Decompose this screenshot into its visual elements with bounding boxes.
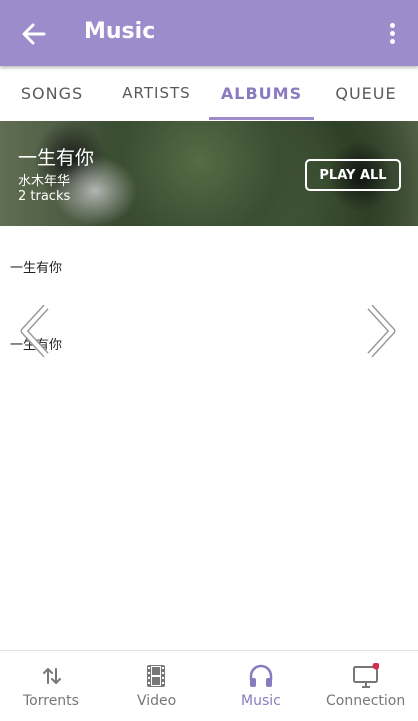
previous-arrow-icon[interactable] — [18, 303, 54, 359]
tab-songs[interactable]: SONGS — [0, 66, 104, 120]
bottom-navigation: Torrents Video Music Connection — [0, 650, 418, 721]
bottom-nav-label: Video — [137, 693, 177, 709]
bottom-nav-video[interactable]: Video — [104, 651, 209, 721]
tab-artists[interactable]: ARTISTS — [104, 66, 209, 120]
monitor-icon — [353, 662, 380, 689]
bottom-nav-torrents[interactable]: Torrents — [0, 651, 104, 721]
track-item[interactable]: 一生有你 — [10, 257, 62, 276]
tab-label: SONGS — [20, 83, 84, 103]
overflow-menu-icon[interactable] — [380, 20, 404, 48]
album-header: 一生有你 水木年华 2 tracks PLAY ALL — [0, 121, 418, 226]
album-artist: 水木年华 — [18, 174, 71, 189]
tab-label: ARTISTS — [122, 84, 191, 102]
album-track-count: 2 tracks — [18, 189, 71, 204]
bottom-nav-connection[interactable]: Connection — [314, 651, 418, 721]
tab-bar: SONGS ARTISTS ALBUMS QUEUE — [0, 66, 418, 120]
tab-label: QUEUE — [335, 83, 397, 103]
play-all-button[interactable]: PLAY ALL — [305, 159, 401, 191]
bottom-nav-label: Torrents — [23, 693, 79, 709]
tab-indicator — [209, 117, 314, 120]
tab-albums[interactable]: ALBUMS — [209, 66, 314, 120]
page-title: Music — [84, 19, 156, 44]
app-bar: Music — [0, 0, 418, 66]
bottom-nav-music[interactable]: Music — [209, 651, 314, 721]
film-icon — [143, 663, 169, 689]
next-arrow-icon[interactable] — [362, 303, 398, 359]
transfer-arrows-icon — [39, 663, 65, 689]
album-title: 一生有你 — [18, 147, 95, 169]
bottom-nav-label: Connection — [326, 693, 406, 709]
tab-label: ALBUMS — [220, 83, 303, 103]
bottom-nav-label: Music — [241, 693, 281, 709]
headphones-icon — [248, 663, 274, 689]
tab-queue[interactable]: QUEUE — [314, 66, 418, 120]
back-arrow-icon[interactable] — [18, 18, 50, 50]
